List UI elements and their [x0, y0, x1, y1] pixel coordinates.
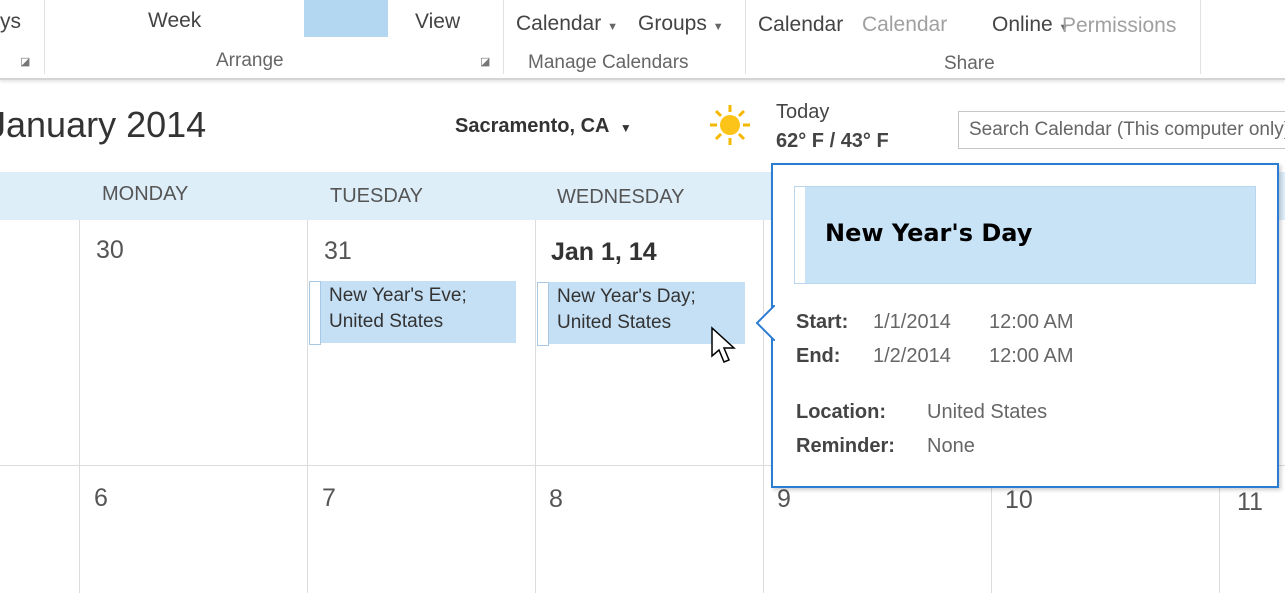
- location-selector[interactable]: Sacramento, CA ▼: [455, 115, 632, 138]
- popup-pointer: [755, 305, 775, 341]
- location-label: Location:: [796, 401, 886, 423]
- dialog-launcher-icon[interactable]: ◪: [480, 55, 490, 68]
- start-date: 1/1/2014: [873, 311, 951, 333]
- event-peek-popup: New Year's Day Start: 1/1/2014 12:00 AM …: [755, 163, 1279, 488]
- share-calendar-button[interactable]: Calendar: [862, 13, 947, 37]
- event-new-years-eve[interactable]: New Year's Eve; United States: [309, 281, 516, 345]
- reminder-value: None: [927, 435, 975, 457]
- day-header-wednesday: WEDNESDAY: [557, 186, 685, 208]
- sun-icon: [710, 105, 750, 145]
- event-title: New Year's Eve;: [329, 285, 467, 306]
- manage-calendars-group-label: Manage Calendars: [528, 52, 689, 73]
- ribbon-partial-button[interactable]: ys: [0, 10, 21, 34]
- event-location: United States: [329, 311, 444, 332]
- date-cell[interactable]: 31: [324, 237, 352, 266]
- publish-online-button[interactable]: Online ▼: [992, 13, 1069, 37]
- start-time: 12:00 AM: [989, 311, 1074, 333]
- calendar-permissions-button[interactable]: Permissions: [1062, 14, 1176, 38]
- location-label: Sacramento, CA: [455, 115, 609, 137]
- location-value: United States: [927, 401, 1048, 423]
- caret-down-icon: ▼: [607, 21, 618, 33]
- mouse-cursor-icon: [711, 326, 736, 363]
- weather-label: Today: [776, 101, 830, 123]
- email-calendar-button[interactable]: Calendar: [758, 13, 843, 37]
- weather-temperature: 62° F / 43° F: [776, 130, 889, 152]
- open-calendar-label: Calendar: [516, 12, 602, 35]
- calendar-groups-label: Groups: [638, 12, 707, 35]
- event-title: New Year's Day;: [557, 286, 696, 307]
- popup-title-block: New Year's Day: [794, 186, 1256, 284]
- publish-online-label: Online: [992, 13, 1053, 36]
- open-calendar-button[interactable]: Calendar ▼: [516, 12, 618, 36]
- arrange-group-label: Arrange: [216, 50, 284, 71]
- month-title: January 2014: [0, 104, 207, 145]
- ribbon: ys ◪ Week View Arrange ◪ Calendar ▼ Grou…: [0, 0, 1285, 80]
- week-button[interactable]: Week: [148, 9, 201, 33]
- reminder-label: Reminder:: [796, 435, 895, 457]
- day-header-monday: MONDAY: [102, 183, 189, 205]
- search-calendar-input[interactable]: Search Calendar (This computer only): [958, 111, 1285, 149]
- day-header-tuesday: TUESDAY: [330, 185, 423, 207]
- date-cell[interactable]: 7: [322, 484, 336, 513]
- date-cell[interactable]: 9: [777, 485, 791, 514]
- date-cell[interactable]: 11: [1237, 488, 1263, 517]
- date-cell[interactable]: 6: [94, 484, 108, 513]
- end-label: End:: [796, 345, 841, 367]
- date-cell[interactable]: 30: [96, 236, 124, 265]
- start-label: Start:: [796, 311, 849, 333]
- date-cell-today[interactable]: Jan 1, 14: [551, 238, 657, 267]
- caret-down-icon: ▼: [619, 121, 632, 135]
- dialog-launcher-icon[interactable]: ◪: [20, 55, 30, 68]
- end-time: 12:00 AM: [989, 345, 1074, 367]
- caret-down-icon: ▼: [712, 21, 724, 33]
- color-swatch-button[interactable]: [304, 0, 388, 37]
- popup-title: New Year's Day: [825, 219, 1033, 247]
- view-button[interactable]: View: [415, 10, 460, 34]
- date-cell[interactable]: 8: [549, 485, 563, 514]
- date-cell[interactable]: 10: [1005, 486, 1033, 515]
- end-date: 1/2/2014: [873, 345, 951, 367]
- calendar-groups-button[interactable]: Groups ▼: [638, 12, 724, 36]
- share-group-label: Share: [944, 53, 995, 74]
